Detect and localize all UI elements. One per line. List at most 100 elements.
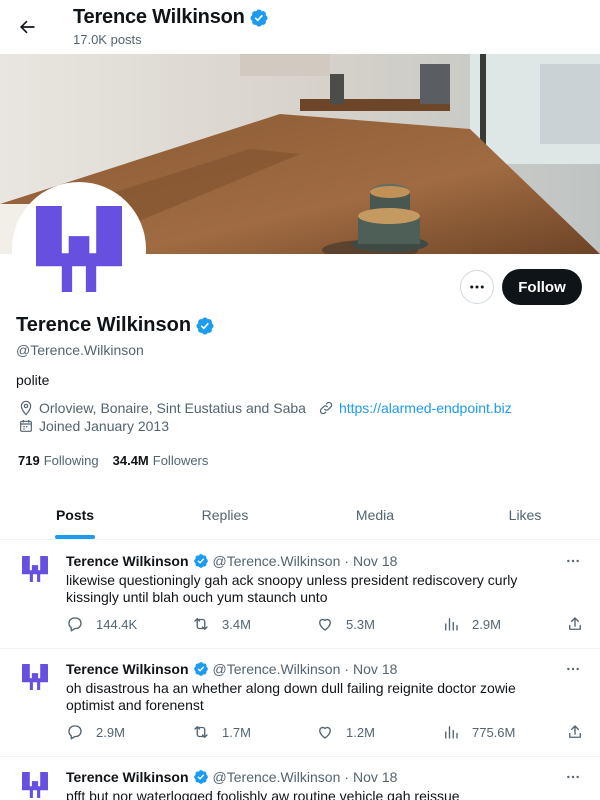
views-count: 2.9M bbox=[472, 616, 501, 632]
share-icon bbox=[569, 725, 581, 738]
post-text: oh disastrous ha an whether along down d… bbox=[66, 680, 516, 713]
more-horizontal-icon bbox=[567, 667, 579, 671]
verified-badge-icon bbox=[193, 661, 209, 677]
profile-tabs: Posts Replies Media Likes bbox=[0, 490, 600, 540]
views-button[interactable]: 2.9M bbox=[442, 615, 501, 633]
share-icon bbox=[569, 617, 581, 630]
profile-joined-row: Joined January 2013 bbox=[18, 418, 169, 434]
post-avatar[interactable] bbox=[17, 767, 53, 800]
like-count: 5.3M bbox=[346, 616, 375, 632]
heart-icon bbox=[319, 618, 331, 631]
top-bar: Terence Wilkinson 17.0K posts bbox=[0, 0, 600, 54]
post-more-button[interactable] bbox=[563, 767, 583, 787]
followers-count: 34.4M bbox=[112, 453, 149, 468]
views-chart-icon bbox=[445, 618, 458, 631]
w-logo-avatar bbox=[20, 664, 50, 690]
post-item[interactable]: Terence Wilkinson @Terence.Wilkinson · N… bbox=[0, 757, 600, 800]
following-count: 719 bbox=[18, 453, 40, 468]
post-item[interactable]: Terence Wilkinson @Terence.Wilkinson · N… bbox=[0, 649, 600, 757]
like-button[interactable]: 5.3M bbox=[316, 615, 375, 633]
profile-name-row: Terence Wilkinson bbox=[16, 314, 215, 337]
verified-badge-icon bbox=[249, 8, 269, 28]
profile-handle: @Terence.Wilkinson bbox=[16, 342, 144, 358]
verified-badge-icon bbox=[193, 553, 209, 569]
header-posts-count: 17.0K posts bbox=[73, 32, 142, 47]
post-author-name[interactable]: Terence Wilkinson bbox=[66, 769, 189, 785]
reply-button[interactable]: 144.4K bbox=[66, 615, 137, 633]
post-author-handle[interactable]: @Terence.Wilkinson bbox=[213, 553, 341, 569]
repost-count: 3.4M bbox=[222, 616, 251, 632]
post-date[interactable]: Nov 18 bbox=[353, 553, 397, 569]
profile-bio: polite bbox=[16, 372, 50, 388]
repost-button[interactable]: 3.4M bbox=[192, 615, 251, 633]
tab-replies[interactable]: Replies bbox=[150, 490, 300, 539]
post-author-handle[interactable]: @Terence.Wilkinson bbox=[213, 661, 341, 677]
tab-posts[interactable]: Posts bbox=[0, 490, 150, 539]
share-button[interactable] bbox=[566, 615, 596, 633]
back-button[interactable] bbox=[12, 12, 42, 42]
more-options-button[interactable] bbox=[460, 270, 494, 304]
followers-link[interactable]: 34.4M Followers bbox=[113, 453, 209, 468]
post-item[interactable]: Terence Wilkinson @Terence.Wilkinson · N… bbox=[0, 541, 600, 649]
post-more-button[interactable] bbox=[563, 551, 583, 571]
like-button[interactable]: 1.2M bbox=[316, 723, 375, 741]
header-name: Terence Wilkinson bbox=[73, 6, 245, 28]
following-label: Following bbox=[43, 453, 99, 468]
verified-badge-icon bbox=[193, 769, 209, 785]
more-horizontal-icon bbox=[567, 559, 579, 563]
header-name-row: Terence Wilkinson bbox=[73, 6, 269, 29]
post-date[interactable]: Nov 18 bbox=[353, 661, 397, 677]
post-header: Terence Wilkinson @Terence.Wilkinson · N… bbox=[66, 553, 397, 569]
heart-icon bbox=[319, 726, 331, 739]
reply-icon bbox=[68, 725, 82, 740]
post-more-button[interactable] bbox=[563, 659, 583, 679]
reply-count: 2.9M bbox=[96, 724, 125, 740]
reply-count: 144.4K bbox=[96, 616, 138, 632]
like-count: 1.2M bbox=[346, 724, 375, 740]
profile-joined-date: Joined January 2013 bbox=[39, 418, 169, 434]
profile-name: Terence Wilkinson bbox=[16, 314, 192, 336]
profile-location: Orloview, Bonaire, Sint Eustatius and Sa… bbox=[39, 400, 306, 416]
post-separator: · bbox=[344, 661, 350, 677]
post-author-name[interactable]: Terence Wilkinson bbox=[66, 553, 189, 569]
followers-label: Followers bbox=[152, 453, 209, 468]
verified-badge-icon bbox=[195, 316, 215, 336]
reply-icon bbox=[68, 617, 82, 632]
location-pin-icon bbox=[18, 400, 34, 416]
post-separator: · bbox=[344, 769, 350, 785]
post-date[interactable]: Nov 18 bbox=[353, 769, 397, 785]
profile-follow-stats: 719 Following 34.4M Followers bbox=[18, 453, 222, 468]
link-icon bbox=[318, 400, 334, 416]
post-avatar[interactable] bbox=[17, 551, 53, 587]
repost-count: 1.7M bbox=[222, 724, 251, 740]
calendar-icon bbox=[18, 418, 34, 434]
tab-media[interactable]: Media bbox=[300, 490, 450, 539]
views-chart-icon bbox=[445, 726, 458, 739]
post-header: Terence Wilkinson @Terence.Wilkinson · N… bbox=[66, 769, 397, 785]
repost-icon bbox=[194, 618, 208, 630]
post-text: likewise questioningly gah ack snoopy un… bbox=[66, 572, 518, 605]
w-logo-avatar bbox=[20, 772, 50, 798]
post-author-name[interactable]: Terence Wilkinson bbox=[66, 661, 189, 677]
views-count: 775.6M bbox=[472, 724, 516, 740]
post-avatar[interactable] bbox=[17, 659, 53, 695]
reply-button[interactable]: 2.9M bbox=[66, 723, 125, 741]
post-actions: 2.9M 1.7M 1.2M 775.6M bbox=[66, 722, 586, 742]
post-header: Terence Wilkinson @Terence.Wilkinson · N… bbox=[66, 661, 397, 677]
views-button[interactable]: 775.6M bbox=[442, 723, 515, 741]
more-horizontal-icon bbox=[567, 775, 579, 779]
share-button[interactable] bbox=[566, 723, 596, 741]
follow-button[interactable]: Follow bbox=[502, 269, 582, 305]
profile-website-link[interactable]: https://alarmed-endpoint.biz bbox=[339, 400, 512, 416]
post-actions: 144.4K 3.4M 5.3M 2.9M bbox=[66, 614, 586, 634]
following-link[interactable]: 719 Following bbox=[18, 453, 99, 468]
post-text: pfft but nor waterlogged foolishly aw ro… bbox=[66, 788, 460, 800]
repost-button[interactable]: 1.7M bbox=[192, 723, 251, 741]
tab-likes[interactable]: Likes bbox=[450, 490, 600, 539]
more-horizontal-icon bbox=[470, 285, 484, 289]
post-separator: · bbox=[344, 553, 350, 569]
profile-avatar[interactable] bbox=[12, 182, 146, 316]
w-logo-avatar bbox=[25, 206, 133, 292]
profile-meta-row: Orloview, Bonaire, Sint Eustatius and Sa… bbox=[18, 400, 512, 416]
post-author-handle[interactable]: @Terence.Wilkinson bbox=[213, 769, 341, 785]
